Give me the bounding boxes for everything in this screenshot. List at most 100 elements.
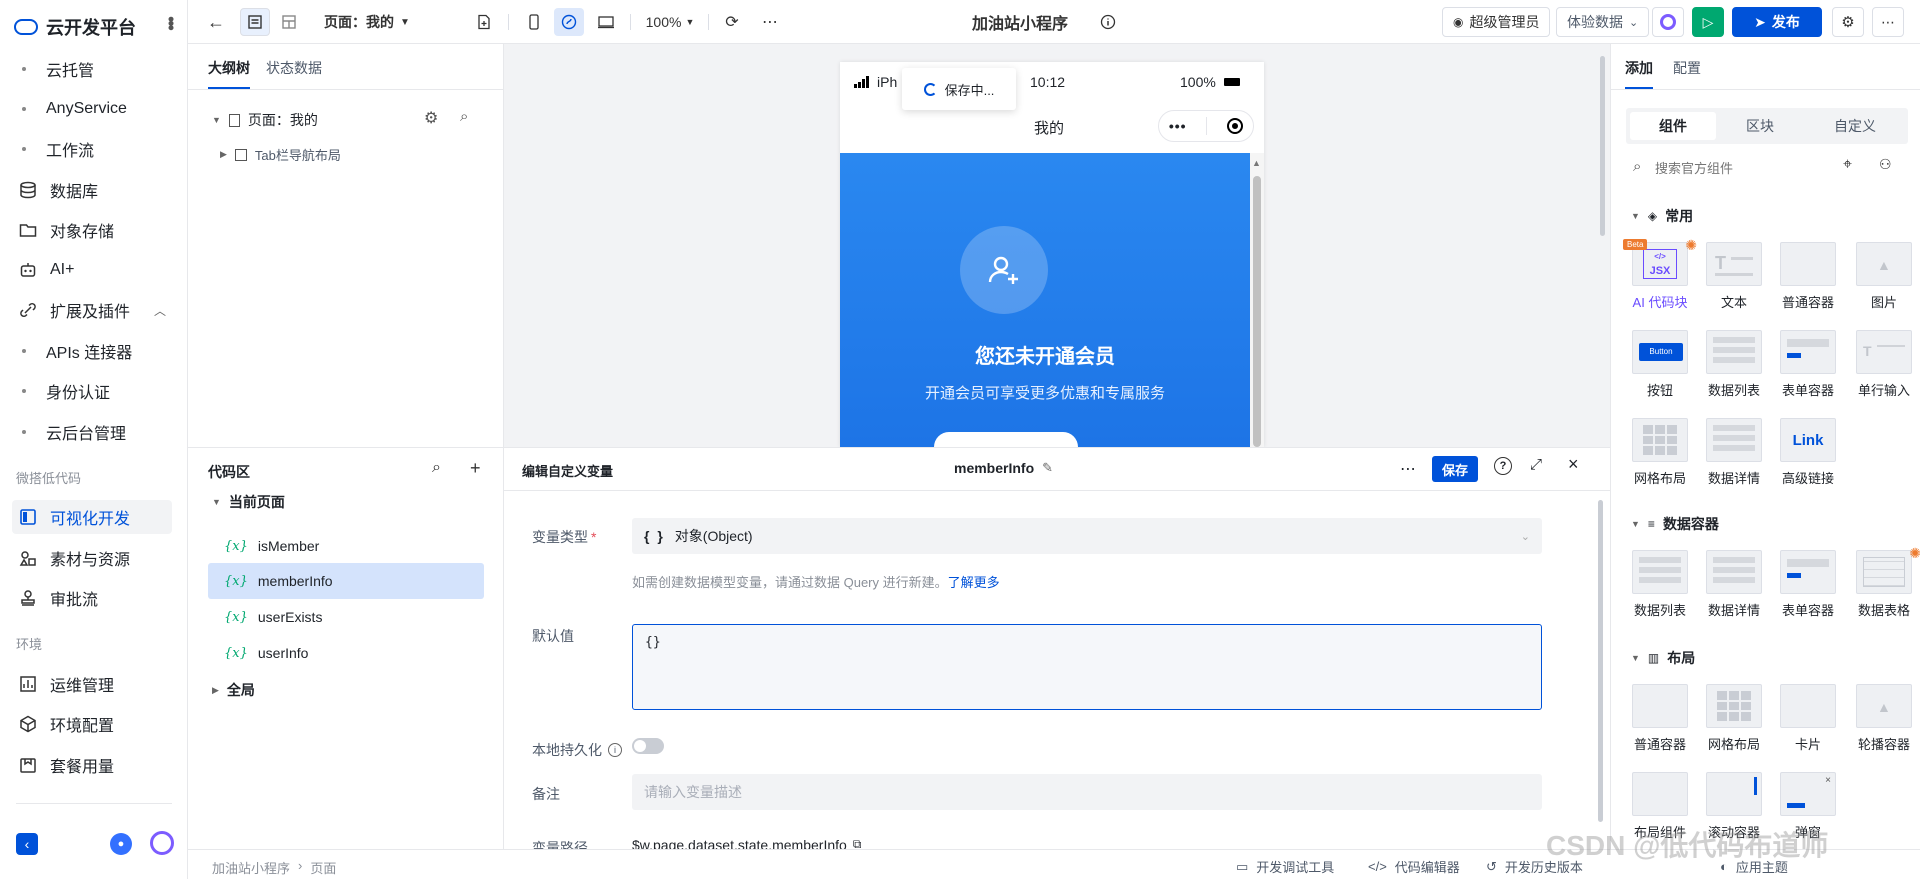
sidebar-item-approval[interactable]: 审批流: [12, 581, 172, 615]
save-button[interactable]: 保存: [1432, 456, 1478, 482]
sidebar-item-ops[interactable]: 运维管理: [12, 667, 172, 701]
sidebar-item-visual-dev[interactable]: 可视化开发: [12, 500, 172, 534]
add-page-icon[interactable]: [470, 8, 498, 36]
more-horizontal-icon[interactable]: ⋯: [756, 8, 784, 36]
tree-node-tab-layout[interactable]: ▶ Tab栏导航布局: [220, 145, 341, 164]
editor-scrollbar[interactable]: [1598, 500, 1603, 822]
segment-components[interactable]: 组件: [1630, 112, 1716, 140]
back-arrow-icon[interactable]: ←: [202, 8, 230, 36]
phone-scroll-thumb[interactable]: [1253, 176, 1261, 447]
miniprogram-device-icon[interactable]: [554, 8, 584, 36]
refresh-icon[interactable]: ⟳: [718, 8, 746, 36]
var-item-userinfo[interactable]: {x} userInfo: [208, 635, 484, 671]
component-layout-2[interactable]: 卡片: [1773, 684, 1843, 753]
preview-run-button[interactable]: ▷: [1692, 7, 1724, 37]
sidebar-item-usage[interactable]: 套餐用量: [12, 748, 172, 782]
tab-add[interactable]: 添加: [1625, 58, 1653, 89]
component-common-6[interactable]: 表单容器: [1773, 330, 1843, 399]
brand[interactable]: 云开发平台: [14, 12, 136, 42]
sidebar-item-backend[interactable]: 云后台管理: [12, 415, 172, 449]
variable-type-select[interactable]: { } 对象(Object) ⌄: [632, 518, 1542, 554]
section-layout[interactable]: ▼ ▥ 布局: [1631, 648, 1695, 668]
var-item-ismember[interactable]: {x} isMember: [208, 528, 484, 564]
component-common-4[interactable]: Button 按钮: [1625, 330, 1695, 399]
persist-toggle[interactable]: [632, 738, 664, 754]
info-icon[interactable]: i: [608, 743, 622, 757]
component-common-2[interactable]: 普通容器: [1773, 242, 1843, 311]
segment-custom[interactable]: 自定义: [1805, 112, 1905, 140]
var-item-userexists[interactable]: {x} userExists: [208, 599, 484, 635]
user-avatar-icon[interactable]: ●: [110, 833, 132, 855]
expand-icon[interactable]: ⤢: [1530, 456, 1542, 473]
sidebar-item-anyservice[interactable]: AnyService: [12, 92, 172, 126]
component-data-3[interactable]: ✺ 数据表格: [1849, 545, 1920, 619]
sidebar-item-env-config[interactable]: 环境配置: [12, 707, 172, 741]
debug-tools-button[interactable]: ▭ 开发调试工具: [1236, 857, 1334, 876]
assistant-icon[interactable]: [150, 831, 174, 855]
help-icon[interactable]: ?: [1494, 457, 1512, 475]
publish-button[interactable]: ➤ 发布: [1732, 7, 1822, 37]
sidebar-item-assets[interactable]: 素材与资源: [12, 541, 172, 575]
remark-input[interactable]: 请输入变量描述: [632, 774, 1542, 810]
section-common[interactable]: ▼ ◈ 常用: [1631, 206, 1693, 226]
sidebar-item-auth[interactable]: 身份认证: [12, 374, 172, 408]
collapse-sidebar-icon[interactable]: ‹: [16, 833, 38, 855]
more-horizontal-icon[interactable]: ⋯: [1400, 459, 1416, 479]
global-group[interactable]: ▶ 全局: [212, 680, 255, 700]
component-data-1[interactable]: 数据详情: [1699, 550, 1769, 619]
tab-outline-tree[interactable]: 大纲树: [208, 58, 250, 89]
join-member-button[interactable]: [934, 432, 1078, 447]
chevron-up-icon[interactable]: ︿: [154, 302, 166, 319]
component-common-8[interactable]: 网格布局: [1625, 418, 1695, 487]
info-icon[interactable]: [1096, 8, 1120, 36]
breadcrumb-page[interactable]: 页面: [310, 858, 336, 877]
sidebar-item-apis[interactable]: APIs 连接器: [12, 334, 172, 368]
mobile-device-icon[interactable]: [520, 8, 548, 36]
component-common-9[interactable]: 数据详情: [1699, 418, 1769, 487]
edit-pencil-icon[interactable]: ✎: [1042, 460, 1053, 476]
component-common-1[interactable]: T 文本: [1699, 242, 1769, 311]
tree-node-page[interactable]: ▼ 页面：我的: [212, 110, 318, 130]
search-icon[interactable]: ⌕: [432, 459, 441, 477]
component-common-5[interactable]: 数据列表: [1699, 330, 1769, 399]
section-data-containers[interactable]: ▼ ≡ 数据容器: [1631, 514, 1719, 534]
sidebar-item-ai[interactable]: AI+: [12, 253, 172, 287]
zoom-selector[interactable]: 100% ▼: [640, 8, 700, 36]
component-data-2[interactable]: 表单容器: [1773, 550, 1843, 619]
admin-role-button[interactable]: ◉ 超级管理员: [1442, 7, 1551, 37]
sidebar-item-storage[interactable]: 对象存储: [12, 213, 172, 247]
current-page-group[interactable]: ▼ 当前页面: [212, 492, 285, 512]
variable-name[interactable]: memberInfo ✎: [954, 460, 1053, 476]
more-vertical-icon[interactable]: •••: [160, 16, 181, 29]
sidebar-item-cloud-hosting[interactable]: 云托管: [12, 52, 172, 86]
desktop-device-icon[interactable]: [592, 8, 620, 36]
settings-button[interactable]: ⚙: [1832, 7, 1864, 37]
page-settings-icon[interactable]: ⚙: [424, 108, 438, 128]
search-icon[interactable]: ⌕: [460, 108, 468, 125]
tab-state-data[interactable]: 状态数据: [266, 58, 322, 78]
capsule-menu[interactable]: •••: [1158, 110, 1254, 142]
sidebar-item-database[interactable]: 数据库: [12, 173, 172, 207]
component-layout-1[interactable]: 网格布局: [1699, 684, 1769, 753]
data-source-selector[interactable]: 体验数据 ⌄: [1556, 7, 1650, 37]
tab-config[interactable]: 配置: [1673, 58, 1701, 78]
multi-page-view-icon[interactable]: [274, 8, 304, 36]
code-editor-button[interactable]: </> 代码编辑器: [1368, 857, 1460, 876]
learn-more-link[interactable]: 了解更多: [948, 575, 1000, 590]
locate-icon[interactable]: ⌖: [1843, 156, 1852, 174]
component-layout-3[interactable]: ▲ 轮播容器: [1849, 684, 1919, 753]
canvas-scrollbar[interactable]: [1600, 56, 1605, 236]
var-item-memberinfo[interactable]: {x} memberInfo: [208, 563, 484, 599]
default-value-editor[interactable]: {}: [632, 624, 1542, 710]
add-icon[interactable]: +: [470, 458, 481, 479]
more-menu-button[interactable]: ⋯: [1872, 7, 1904, 37]
component-data-0[interactable]: 数据列表: [1625, 550, 1695, 619]
scroll-up-icon[interactable]: ▲: [1252, 158, 1261, 168]
page-selector[interactable]: 页面：我的 ▼: [324, 8, 410, 36]
sidebar-item-extensions[interactable]: 扩展及插件 ︿: [12, 293, 172, 327]
component-common-10[interactable]: Link 高级链接: [1773, 418, 1843, 487]
component-common-7[interactable]: T 单行输入: [1849, 330, 1919, 399]
component-tree-icon[interactable]: ⚇: [1879, 156, 1892, 173]
component-search-input[interactable]: [1655, 157, 1825, 179]
breadcrumb-app[interactable]: 加油站小程序: [212, 858, 290, 877]
